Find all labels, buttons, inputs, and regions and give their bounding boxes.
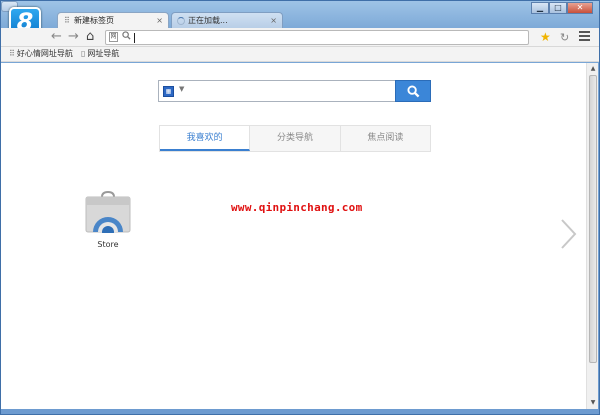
apps-grid-icon: ⠿ xyxy=(64,16,70,25)
window-controls: ▁ □ ✕ xyxy=(531,2,593,14)
back-button[interactable]: ← xyxy=(51,29,62,45)
search-engine-icon[interactable]: ▦ xyxy=(163,86,174,97)
bookmark-star-icon[interactable]: ★ xyxy=(540,29,551,45)
bookmark-item[interactable]: ▯ 网址导航 xyxy=(81,47,119,61)
bookmark-label: 好心情网址导航 xyxy=(16,49,73,58)
search-field[interactable] xyxy=(191,83,391,99)
home-button[interactable]: ⌂ xyxy=(86,29,94,45)
apps-grid-icon: ⠿ xyxy=(9,49,15,58)
page-icon: ▯ xyxy=(81,49,86,58)
scroll-down-icon[interactable]: ▼ xyxy=(588,398,598,408)
forward-button[interactable]: → xyxy=(68,29,79,45)
app-tile-label: Store xyxy=(97,240,119,249)
watermark-text: www.qinpinchang.com xyxy=(231,201,363,214)
tab-category-nav[interactable]: 分类导航 xyxy=(250,126,341,151)
minimize-button[interactable]: ▁ xyxy=(531,2,549,14)
close-button[interactable]: ✕ xyxy=(567,2,593,14)
store-icon xyxy=(85,190,131,238)
new-tab-page: ▦ ▼ 我喜欢的 分类导航 焦点阅读 Store www.qinpinchang… xyxy=(1,63,586,409)
app-tile-store[interactable]: Store xyxy=(85,190,133,249)
toolbar: ← → ⌂ 网 ★ ↻ xyxy=(1,28,599,47)
bookmark-label: 网址导航 xyxy=(87,49,120,58)
page-icon: 网 xyxy=(109,32,118,42)
content-tabs: 我喜欢的 分类导航 焦点阅读 xyxy=(159,125,431,152)
tab-close-icon[interactable]: × xyxy=(156,13,163,29)
bookmarks-bar: ⠿ 好心情网址导航 ▯ 网址导航 xyxy=(1,47,599,62)
address-bar[interactable]: 网 xyxy=(105,30,529,45)
tab-favorites[interactable]: 我喜欢的 xyxy=(160,126,251,151)
reload-button[interactable]: ↻ xyxy=(560,30,569,46)
search-button[interactable] xyxy=(395,80,431,102)
menu-icon[interactable] xyxy=(579,31,590,42)
search-input[interactable]: ▦ ▼ xyxy=(158,80,396,102)
search-icon xyxy=(122,31,131,43)
chevron-down-icon[interactable]: ▼ xyxy=(179,85,184,93)
scrollbar-thumb[interactable] xyxy=(589,75,597,363)
tab-title: 新建标签页 xyxy=(74,16,114,25)
loading-spinner-icon xyxy=(177,17,185,25)
tab-close-icon[interactable]: × xyxy=(270,13,277,29)
text-caret xyxy=(134,33,135,43)
tab-focus-reading[interactable]: 焦点阅读 xyxy=(341,126,430,151)
bookmark-item[interactable]: ⠿ 好心情网址导航 xyxy=(9,47,73,61)
search-icon xyxy=(407,85,420,98)
tab-title: 正在加载... xyxy=(188,16,228,25)
tab-new-tab[interactable]: ⠿ 新建标签页 × xyxy=(57,12,169,29)
chevron-right-icon[interactable] xyxy=(558,218,578,250)
maximize-button[interactable]: □ xyxy=(549,2,567,14)
tab-loading[interactable]: 正在加载... × xyxy=(171,12,283,29)
vertical-scrollbar[interactable]: ▲ ▼ xyxy=(586,63,598,409)
scroll-up-icon[interactable]: ▲ xyxy=(588,64,598,74)
